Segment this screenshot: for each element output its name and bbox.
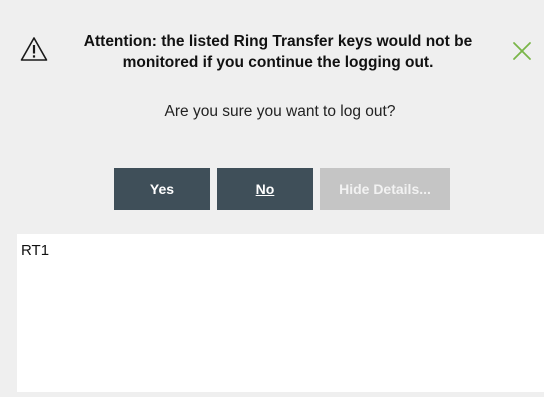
- logout-confirmation-dialog: Attention: the listed Ring Transfer keys…: [0, 0, 544, 397]
- dialog-title: Attention: the listed Ring Transfer keys…: [83, 33, 473, 71]
- confirmation-question: Are you sure you want to log out?: [164, 103, 396, 120]
- list-item: RT1: [21, 242, 50, 259]
- details-list: RT1: [17, 234, 544, 392]
- no-button[interactable]: No: [217, 168, 313, 210]
- dialog-header: Attention: the listed Ring Transfer keys…: [0, 0, 544, 100]
- close-icon[interactable]: [509, 38, 535, 64]
- yes-button[interactable]: Yes: [114, 168, 210, 210]
- hide-details-button[interactable]: Hide Details...: [320, 168, 450, 210]
- warning-icon: [20, 36, 48, 62]
